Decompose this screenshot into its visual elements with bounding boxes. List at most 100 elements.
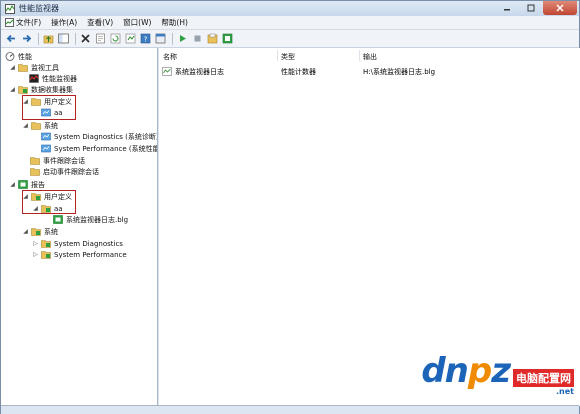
watermark-chinese: 电脑配置网 xyxy=(513,369,574,387)
tree-item-startup-event-trace[interactable]: 启动事件跟踪会话 xyxy=(30,166,99,177)
tree-item-user-defined[interactable]: ◢ 用户定义 xyxy=(22,96,72,107)
tree-item-aa[interactable]: aa xyxy=(41,107,63,118)
tree-label: 事件跟踪会话 xyxy=(43,156,85,165)
forward-arrow-icon xyxy=(22,34,31,43)
tree-item-report-system-diagnostics[interactable]: ▷ System Diagnostics xyxy=(32,238,123,249)
back-arrow-icon xyxy=(6,34,15,43)
site-watermark: dnpz 电脑配置网 .net xyxy=(421,351,574,396)
list-item[interactable]: 系统监视器日志 性能计数器 H:\系统监视器日志.blg xyxy=(159,66,579,77)
report-folder-icon xyxy=(31,228,41,236)
tree-item-system-performance[interactable]: System Performance (系统性能 xyxy=(41,143,157,154)
collapse-arrow-icon[interactable]: ◢ xyxy=(9,64,16,71)
menu-action-label: 操作(A) xyxy=(51,18,78,27)
tree-label: 性能 xyxy=(18,52,32,61)
toolbar: ? xyxy=(1,30,579,48)
maximize-button[interactable] xyxy=(519,1,543,15)
status-bar xyxy=(1,405,579,414)
watermark-logo: dnpz xyxy=(421,351,511,391)
tree-item-report-system[interactable]: ◢ 系统 xyxy=(22,226,58,237)
view-button[interactable] xyxy=(154,33,166,45)
performance-monitor-icon xyxy=(29,74,39,83)
tree-item-system[interactable]: ◢ 系统 xyxy=(22,120,58,131)
tree-label: 启动事件跟踪会话 xyxy=(43,167,99,176)
window-title: 性能监视器 xyxy=(19,4,59,13)
menu-window[interactable]: 窗口(W) xyxy=(123,17,151,28)
collapse-arrow-icon[interactable]: ◢ xyxy=(22,193,29,200)
tree-item-data-collector-sets[interactable]: ◢ 数据收集器集 xyxy=(9,84,73,95)
report-button[interactable] xyxy=(221,33,233,45)
title-bar[interactable]: 性能监视器 xyxy=(1,1,579,16)
watermark-logo-part: z xyxy=(491,351,511,391)
tree-item-report-log[interactable]: 系统监视器日志.blg xyxy=(53,214,128,225)
tree-label: System Diagnostics xyxy=(54,239,123,248)
tree-label: 用户定义 xyxy=(44,97,72,106)
tree-item-reports[interactable]: ◢ 报告 xyxy=(9,179,45,190)
tree-item-report-user-defined[interactable]: ◢ 用户定义 xyxy=(22,191,72,202)
reports-icon xyxy=(18,180,28,189)
maximize-icon xyxy=(527,4,535,12)
data-set-icon xyxy=(41,108,51,117)
tree-item-system-diagnostics[interactable]: System Diagnostics (系统诊断) xyxy=(41,131,157,142)
new-set-button[interactable] xyxy=(206,33,218,45)
tree-label: 性能监视器 xyxy=(42,74,77,83)
tree-item-performance[interactable]: 性能 xyxy=(5,51,32,62)
tree-item-report-system-performance[interactable]: ▷ System Performance xyxy=(32,249,127,260)
collapse-arrow-icon[interactable]: ◢ xyxy=(22,122,29,129)
start-button[interactable] xyxy=(176,33,188,45)
results-list: 名称 类型 输出 系统监视器日志 性能计数器 H:\系统监视器日志.blg dn… xyxy=(159,48,580,406)
tree-label: 数据收集器集 xyxy=(31,85,73,94)
folder-up-icon xyxy=(43,35,53,44)
column-header-name[interactable]: 名称 xyxy=(163,52,177,62)
data-set-icon xyxy=(41,132,51,141)
folder-icon xyxy=(30,157,40,165)
menu-view-label: 查看(V) xyxy=(87,18,114,27)
minimize-button[interactable] xyxy=(495,1,519,15)
column-separator[interactable] xyxy=(359,50,360,61)
menu-view[interactable]: 查看(V) xyxy=(87,17,113,28)
expand-arrow-icon[interactable]: ▷ xyxy=(32,240,39,247)
cell-output: H:\系统监视器日志.blg xyxy=(363,67,436,76)
delete-button[interactable] xyxy=(79,33,91,45)
column-separator[interactable] xyxy=(277,50,278,61)
refresh-button[interactable] xyxy=(109,33,121,45)
tree-item-event-trace[interactable]: 事件跟踪会话 xyxy=(30,155,85,166)
forward-button[interactable] xyxy=(20,33,32,45)
collapse-arrow-icon[interactable]: ◢ xyxy=(9,86,16,93)
expand-arrow-icon[interactable]: ▷ xyxy=(32,251,39,258)
export-list-button[interactable] xyxy=(124,33,136,45)
window-controls xyxy=(495,1,577,15)
column-header-output[interactable]: 输出 xyxy=(363,52,377,62)
close-button[interactable] xyxy=(543,1,577,15)
tree-label: 系统 xyxy=(44,121,58,130)
minimize-icon xyxy=(504,9,510,11)
tree-item-monitoring-tools[interactable]: ◢ 监视工具 xyxy=(9,62,59,73)
menu-help[interactable]: 帮助(H) xyxy=(161,17,188,28)
collapse-arrow-icon[interactable]: ◢ xyxy=(22,98,29,105)
up-folder-button[interactable] xyxy=(42,33,54,45)
watermark-text: 电脑配置网 .net xyxy=(513,369,574,396)
report-folder-icon xyxy=(31,193,41,201)
collapse-arrow-icon[interactable]: ◢ xyxy=(32,205,39,212)
collapse-arrow-icon[interactable]: ◢ xyxy=(22,228,29,235)
new-data-set-icon xyxy=(207,33,217,44)
stop-button[interactable] xyxy=(191,33,203,45)
perfmon-app-icon xyxy=(5,3,15,14)
tree-label: 监视工具 xyxy=(31,63,59,72)
show-hide-tree-button[interactable] xyxy=(57,33,69,45)
console-tree-icon xyxy=(57,33,69,44)
cell-name: 系统监视器日志 xyxy=(162,66,224,77)
menu-action[interactable]: 操作(A) xyxy=(51,17,77,28)
help-button[interactable]: ? xyxy=(139,33,151,45)
tree-item-performance-monitor[interactable]: 性能监视器 xyxy=(29,73,77,84)
tree-label: aa xyxy=(54,108,63,117)
close-icon xyxy=(556,4,564,12)
column-header-type[interactable]: 类型 xyxy=(281,52,295,62)
report-icon xyxy=(222,33,232,44)
collapse-arrow-icon[interactable]: ◢ xyxy=(9,181,16,188)
back-button[interactable] xyxy=(5,33,17,45)
toolbar-separator xyxy=(75,32,76,45)
properties-button[interactable] xyxy=(94,33,106,45)
tree-item-report-aa[interactable]: ◢ aa xyxy=(32,203,63,214)
play-icon xyxy=(179,35,186,42)
menu-file[interactable]: 文件(F) xyxy=(5,17,41,28)
